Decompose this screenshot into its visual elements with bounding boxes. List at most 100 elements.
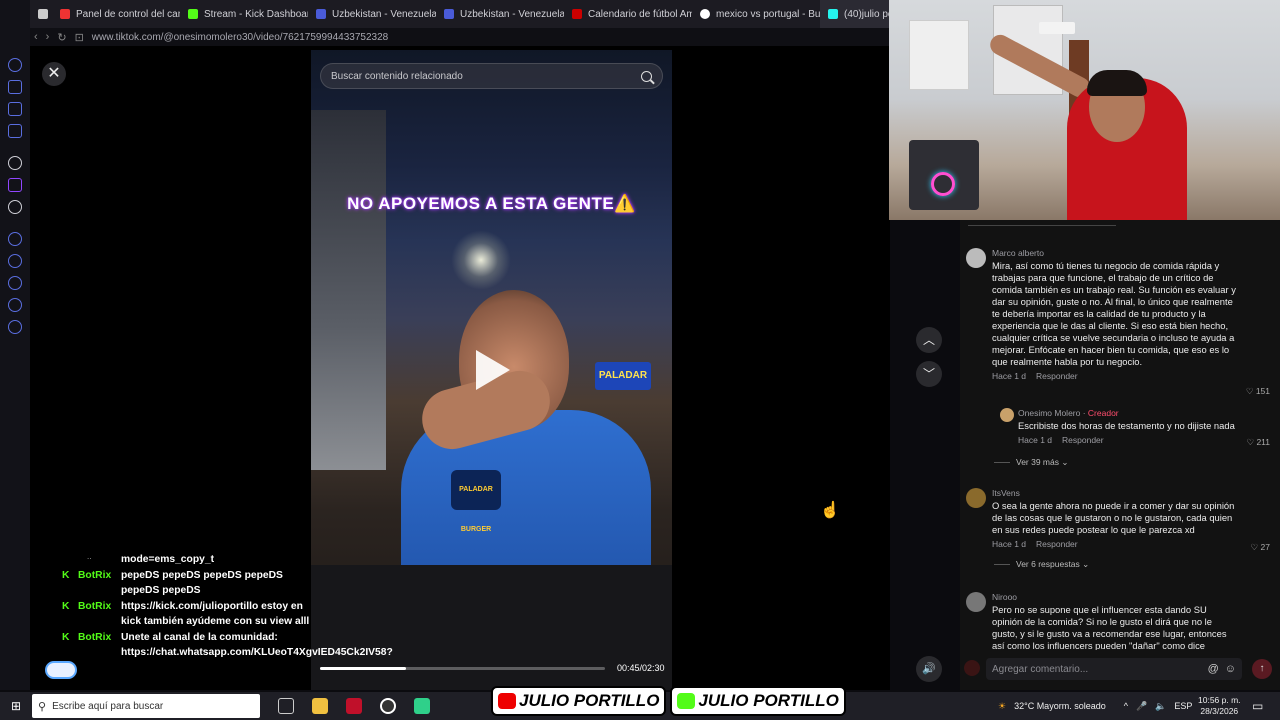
opera-icon[interactable]: [346, 698, 362, 714]
previous-video-button[interactable]: ︿: [916, 327, 942, 353]
send-button[interactable]: ↑: [1252, 659, 1272, 679]
avatar[interactable]: [966, 248, 986, 268]
extensions-icon[interactable]: [8, 298, 22, 312]
video-sign: PALADAR: [595, 362, 651, 390]
close-icon: ✕: [47, 65, 61, 82]
creator-badge: Creador: [1087, 408, 1119, 418]
kick-icon: K: [62, 631, 70, 643]
app-icon[interactable]: [414, 698, 430, 714]
emoji-icon[interactable]: ☺: [1225, 663, 1236, 675]
windows-start-icon[interactable]: ⊞: [0, 699, 32, 713]
kick-icon: [677, 693, 696, 709]
microphone-icon[interactable]: 🎤: [1136, 701, 1147, 712]
app-icon[interactable]: [8, 156, 22, 170]
video-building: [311, 110, 386, 470]
tab-uzbekistan-1[interactable]: Uzbekistan - Venezuela en: [308, 0, 436, 28]
kick-icon: K: [62, 569, 70, 581]
volume-button[interactable]: 🔊: [916, 656, 942, 682]
view-more-replies-button[interactable]: Ver 39 más ⌄: [994, 457, 1069, 468]
chevron-down-icon: ⌄: [1061, 457, 1069, 467]
video-overlay-caption: NO APOYEMOS A ESTA GENTE⚠️: [347, 194, 636, 213]
comment-text: Escribiste dos horas de testamento y no …: [1018, 420, 1235, 431]
youtube-icon: [60, 9, 70, 19]
language-indicator[interactable]: ESP: [1174, 701, 1192, 711]
mouse-cursor-icon: ☝: [820, 502, 840, 519]
tab-uzbekistan-2[interactable]: Uzbekistan - Venezuela en: [436, 0, 564, 28]
tab-kick-dashboard[interactable]: Stream - Kick Dashboard: [180, 0, 308, 28]
tab-tiktok[interactable]: (40)julio por: [820, 0, 890, 28]
avatar[interactable]: [966, 592, 986, 612]
play-icon[interactable]: [476, 350, 510, 390]
reply-button[interactable]: Responder: [1036, 539, 1078, 549]
tiktok-icon: [828, 9, 838, 19]
comment-time: Hace 1 d: [992, 371, 1027, 381]
chevron-up-icon: ︿: [922, 333, 935, 347]
taskbar-clock[interactable]: 10:56 p. m. 28/3/2026: [1198, 695, 1241, 717]
browser-sidebar: [0, 0, 30, 690]
like-button[interactable]: ♡ 211: [1246, 437, 1270, 448]
webcam-person-hair: [1087, 70, 1147, 96]
chat-message: K BotRix pepeDS pepeDS pepeDS pepeDS pepeD…: [62, 569, 283, 597]
x-icon[interactable]: [8, 200, 22, 214]
comment-author[interactable]: ItsVens: [992, 488, 1237, 498]
reply-button[interactable]: Responder: [1036, 371, 1078, 381]
file-explorer-icon[interactable]: [312, 698, 328, 714]
youtube-icon: [498, 693, 516, 709]
comment-author[interactable]: Marco alberto: [992, 248, 1237, 258]
heart-icon: ♡: [1250, 542, 1261, 552]
comment-author[interactable]: Onesimo Molero: [1018, 408, 1080, 418]
task-view-icon[interactable]: [278, 698, 294, 714]
related-search-input[interactable]: [331, 70, 641, 82]
comments-panel: Marco alberto Mira, así como tú tienes t…: [960, 220, 1280, 650]
like-button[interactable]: ♡ 151: [1246, 386, 1270, 397]
tab-google-search[interactable]: mexico vs portugal - Busc: [692, 0, 820, 28]
like-button[interactable]: ♡ 27: [1251, 542, 1270, 553]
wallet-icon[interactable]: [8, 102, 22, 116]
arrow-up-icon: ↑: [1259, 663, 1265, 674]
twitch-icon[interactable]: [8, 178, 22, 192]
sync-icon[interactable]: [8, 58, 22, 72]
notifications-icon[interactable]: [8, 254, 22, 268]
comment-input-bar: @ ☺ ↑: [960, 650, 1280, 690]
kick-icon: K: [62, 600, 70, 612]
reply-button[interactable]: Responder: [1062, 435, 1104, 445]
avatar[interactable]: [966, 488, 986, 508]
back-icon[interactable]: ‹: [34, 31, 38, 43]
reload-icon[interactable]: ↻: [57, 31, 66, 44]
notifications-icon[interactable]: ▭: [1252, 699, 1263, 713]
view-replies-button[interactable]: Ver 6 respuestas ⌄: [994, 559, 1089, 570]
close-button[interactable]: ✕: [42, 62, 66, 86]
video-progress-bar[interactable]: [320, 667, 605, 670]
weather-text[interactable]: 32°C Mayorm. soleado: [1014, 701, 1106, 711]
settings-icon[interactable]: [8, 320, 22, 334]
volume-icon[interactable]: 🔈: [1155, 701, 1166, 712]
search-icon[interactable]: [641, 70, 652, 82]
avatar[interactable]: [1000, 408, 1014, 422]
next-video-button[interactable]: ﹀: [916, 361, 942, 387]
page-icon[interactable]: [30, 0, 52, 28]
tab-calendario[interactable]: Calendario de fútbol Amist: [564, 0, 692, 28]
history-icon[interactable]: [8, 276, 22, 290]
kick-icon: [188, 9, 198, 19]
comment-author[interactable]: Nirooo: [992, 592, 1237, 602]
video-player[interactable]: PALADAR PALADAR BURGER NO APOYEMOS A EST…: [311, 50, 672, 690]
tab-youtube-studio[interactable]: Panel de control del canal: [52, 0, 180, 28]
messenger-icon[interactable]: [8, 124, 22, 138]
mention-icon[interactable]: @: [1208, 663, 1219, 675]
site-icon: [572, 9, 582, 19]
site-settings-icon[interactable]: ⊡: [75, 31, 84, 44]
speaker-icon: 🔊: [922, 663, 936, 675]
search-icon: ⚲: [38, 700, 47, 713]
taskbar-search-input[interactable]: [52, 700, 254, 712]
site-icon: [444, 9, 454, 19]
player-icon[interactable]: [8, 232, 22, 246]
comment-input[interactable]: [992, 663, 1202, 675]
comment-time: Hace 1 d: [992, 539, 1027, 549]
chevron-up-icon[interactable]: ^: [1124, 701, 1128, 711]
comment-text: O sea la gente ahora no puede ir a comer…: [992, 500, 1235, 535]
webcam-air-conditioner: [1039, 22, 1075, 34]
shopping-icon[interactable]: [8, 80, 22, 94]
forward-icon[interactable]: ›: [46, 31, 50, 43]
url-field[interactable]: www.tiktok.com/@onesimomolero30/video/76…: [92, 32, 388, 43]
obs-icon[interactable]: [380, 698, 396, 714]
